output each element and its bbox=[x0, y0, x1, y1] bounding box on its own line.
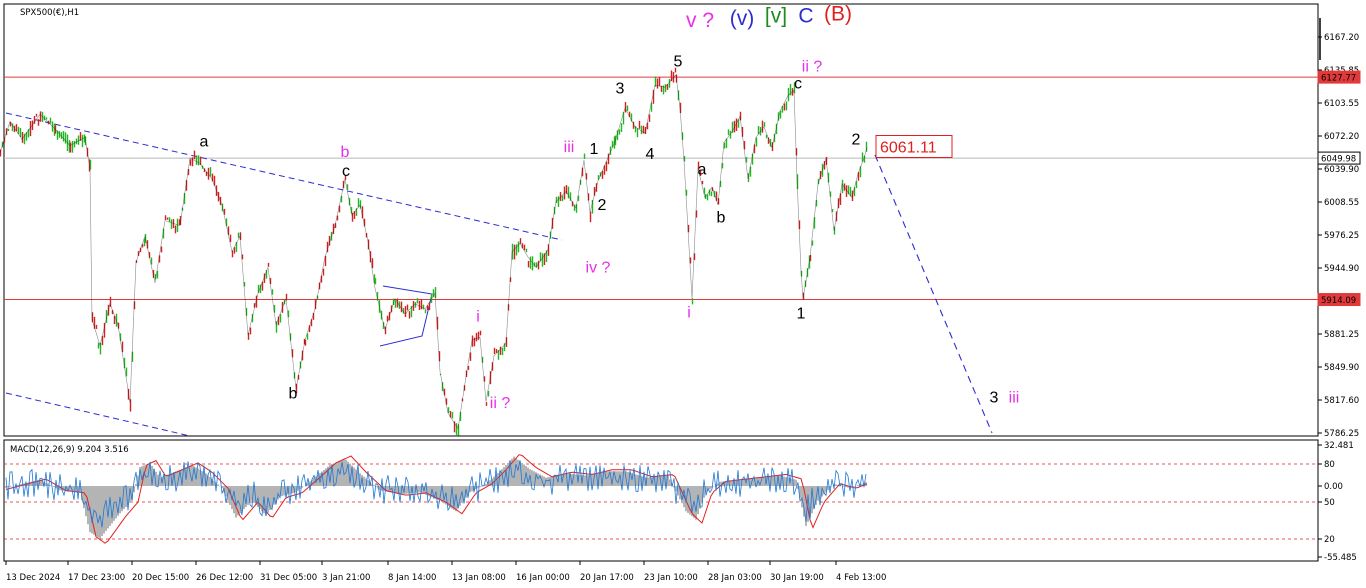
wave-label: a bbox=[698, 162, 707, 179]
wave-label: (B) bbox=[824, 3, 852, 26]
y-tick-label: 6103.55 bbox=[1324, 99, 1359, 109]
x-tick-label: 31 Dec 05:00 bbox=[260, 573, 317, 583]
y-tick-label: 6072.20 bbox=[1324, 132, 1359, 142]
wave-label: ii ? bbox=[802, 59, 823, 76]
x-tick-label: 16 Jan 00:00 bbox=[516, 573, 570, 583]
indicator-tick-label: 20 bbox=[1324, 535, 1335, 545]
wave-label: 3 bbox=[990, 390, 999, 407]
indicator-label: MACD(12,26,9) 9.204 3.516 bbox=[10, 445, 129, 455]
level-tag-label: 6127.77 bbox=[1321, 74, 1356, 84]
y-tick-label: 6008.55 bbox=[1324, 198, 1359, 208]
x-tick-label: 13 Jan 08:00 bbox=[452, 573, 506, 583]
main-pane bbox=[3, 3, 1319, 437]
wave-label: iii bbox=[564, 139, 575, 156]
wave-label: 4 bbox=[646, 146, 655, 163]
x-tick-label: 3 Jan 21:00 bbox=[322, 573, 370, 583]
x-tick-label: 4 Feb 13:00 bbox=[836, 573, 886, 583]
indicator-pane bbox=[3, 439, 1319, 562]
level-tag-label: 5914.09 bbox=[1321, 296, 1356, 306]
x-tick-label: 20 Jan 17:00 bbox=[580, 573, 634, 583]
wave-label: 1 bbox=[797, 305, 806, 322]
wave-label: b bbox=[717, 210, 726, 227]
y-tick-label: 5944.90 bbox=[1324, 264, 1359, 274]
wave-label: [v] bbox=[765, 5, 787, 28]
indicator-tick-label: -55.485 bbox=[1324, 553, 1357, 563]
x-tick-label: 13 Dec 2024 bbox=[6, 573, 60, 583]
indicator-tick-label: 80 bbox=[1324, 460, 1335, 470]
x-tick-label: 28 Jan 03:00 bbox=[708, 573, 762, 583]
wave-label: c bbox=[794, 75, 802, 92]
wave-label: i bbox=[476, 308, 480, 325]
wave-label: ii ? bbox=[490, 395, 511, 412]
y-tick-label: 5976.25 bbox=[1324, 231, 1359, 241]
level-tag-label: 6049.98 bbox=[1321, 155, 1356, 165]
wave-label: iii bbox=[1009, 390, 1020, 407]
x-tick-label: 26 Dec 12:00 bbox=[196, 573, 253, 583]
wave-label: 2 bbox=[852, 132, 861, 149]
wave-label: c bbox=[342, 163, 350, 180]
indicator-tick-label: 32.481 bbox=[1324, 441, 1354, 451]
wave-label: (v) bbox=[730, 7, 755, 30]
wave-label: 3 bbox=[616, 81, 625, 98]
wave-label: 1 bbox=[590, 141, 599, 158]
wave-label: 5 bbox=[674, 53, 683, 70]
price-callout-label: 6061.11 bbox=[880, 139, 937, 156]
x-tick-label: 17 Dec 23:00 bbox=[68, 573, 125, 583]
x-tick-label: 8 Jan 14:00 bbox=[388, 573, 436, 583]
wave-label: a bbox=[200, 134, 209, 151]
wave-label: iv ? bbox=[586, 260, 611, 277]
wave-label: C bbox=[798, 5, 813, 28]
y-tick-label: 5849.90 bbox=[1324, 363, 1359, 373]
indicator-tick-label: 0.00 bbox=[1324, 482, 1343, 492]
y-tick-label: 5881.25 bbox=[1324, 330, 1359, 340]
wave-label: 2 bbox=[598, 197, 607, 214]
y-tick-label: 5786.25 bbox=[1324, 429, 1359, 439]
x-tick-label: 23 Jan 10:00 bbox=[644, 573, 698, 583]
y-tick-label: 5817.60 bbox=[1324, 396, 1359, 406]
indicator-tick-label: 50 bbox=[1324, 498, 1335, 508]
chart-svg[interactable]: SPX500(€),H16167.206135.856103.556072.20… bbox=[0, 0, 1366, 588]
x-tick-label: 30 Jan 19:00 bbox=[770, 573, 824, 583]
x-tick-label: 20 Dec 15:00 bbox=[132, 573, 189, 583]
wave-label: i bbox=[687, 304, 691, 321]
wave-label: v ? bbox=[686, 9, 714, 32]
trading-chart-window[interactable]: SPX500(€),H16167.206135.856103.556072.20… bbox=[0, 0, 1366, 588]
wave-label: b bbox=[341, 144, 350, 161]
chart-title: SPX500(€),H1 bbox=[20, 8, 79, 18]
y-tick-label: 6167.20 bbox=[1324, 33, 1359, 43]
y-tick-label: 6039.90 bbox=[1324, 165, 1359, 175]
wave-label: b bbox=[289, 386, 298, 403]
